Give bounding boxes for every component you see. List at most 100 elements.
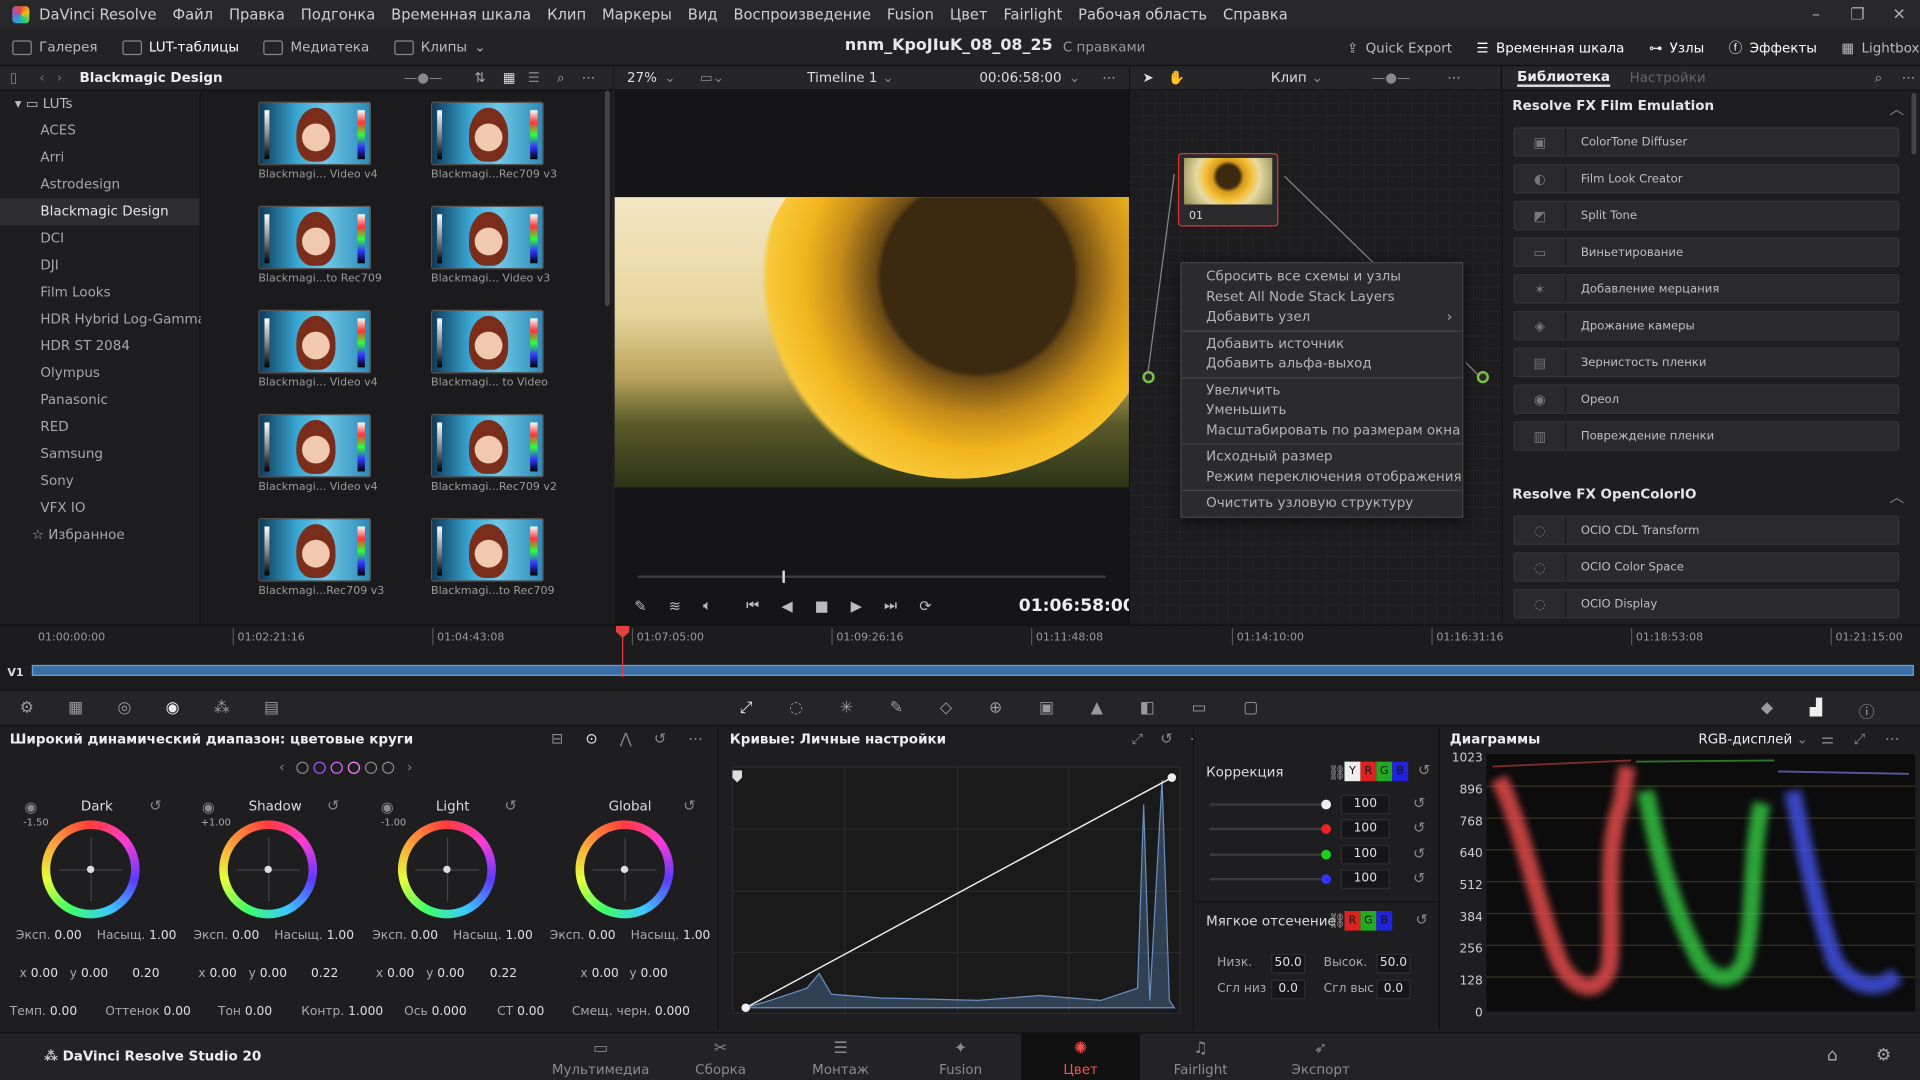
slider-track-y[interactable] <box>1209 803 1328 806</box>
more-icon[interactable]: ⋯ <box>1102 70 1115 86</box>
lut-thumb[interactable]: Blackmagi... Video v3 <box>431 205 550 285</box>
zone-dot[interactable] <box>296 761 310 774</box>
list-view-icon[interactable]: ☰ <box>528 70 540 86</box>
key-icon[interactable]: ◧ <box>1140 699 1155 717</box>
black-offset-value[interactable]: 0.000 <box>655 1005 690 1018</box>
scope-mode[interactable]: RGB-дисплей ⌄ <box>1698 731 1807 747</box>
x-value[interactable]: 0.00 <box>210 967 237 980</box>
node-output[interactable] <box>1476 371 1489 384</box>
tint-value[interactable]: 0.00 <box>164 1005 191 1018</box>
fx-scrollbar[interactable] <box>1911 93 1917 155</box>
volume-icon[interactable]: 🔈︎ <box>703 596 712 614</box>
zone-dot[interactable] <box>313 761 327 774</box>
go-to-end-icon[interactable]: ⏭︎ <box>884 596 897 614</box>
soft-high-value[interactable]: 0.0 <box>1376 979 1411 1000</box>
viewer-mode-icon[interactable]: ▭⌄ <box>700 70 724 86</box>
exp-value[interactable]: 0.00 <box>588 929 615 942</box>
zone-dot[interactable] <box>348 761 361 774</box>
page-deliver[interactable]: ➶ Экспорт <box>1261 1033 1380 1080</box>
link-icon[interactable]: ⛓ <box>1327 764 1346 781</box>
lut-thumb[interactable]: Blackmagi...to Rec709 <box>258 205 382 285</box>
fx-item[interactable]: ◌ OCIO CDL Transform <box>1513 515 1900 545</box>
wheels-mode-icon[interactable]: ⊙ <box>585 730 597 747</box>
eyedropper-icon[interactable]: ✎ <box>634 597 646 614</box>
reset-icon[interactable]: ↺ <box>1413 869 1425 886</box>
qualifier-icon[interactable]: ✎ <box>890 699 903 717</box>
channel-g-button[interactable]: G <box>1376 761 1393 782</box>
3d-icon[interactable]: ▢ <box>1243 699 1258 717</box>
timeline-toggle-button[interactable]: ☰ Временная шкала <box>1464 29 1636 66</box>
md-value[interactable]: 0.00 <box>517 1005 544 1018</box>
temp-value[interactable]: 0.00 <box>50 1005 77 1018</box>
tab-library[interactable]: Библиотека <box>1517 69 1610 87</box>
lut-folder-sony[interactable]: Sony <box>0 468 200 495</box>
sort-icon[interactable]: ⇅ <box>474 70 485 86</box>
more-icon[interactable]: ⋯ <box>688 730 703 747</box>
collapse-icon[interactable]: ︿ <box>1889 98 1904 119</box>
search-icon[interactable]: ⌕ <box>557 69 565 86</box>
y-value[interactable]: 0.00 <box>641 967 668 980</box>
value-g[interactable]: 100 <box>1340 844 1390 865</box>
blur-icon[interactable]: ▲ <box>1091 699 1103 717</box>
menu-toggle-display[interactable]: Режим переключения отображения <box>1182 467 1462 487</box>
slider-knob-y[interactable] <box>1321 799 1332 810</box>
sat-value[interactable]: 1.00 <box>506 929 533 942</box>
zone-knob-icon[interactable]: ◉ <box>381 798 394 815</box>
fx-section-film[interactable]: Resolve FX Film Emulation <box>1512 98 1714 114</box>
fx-item[interactable]: ◌ OCIO Display <box>1513 588 1900 619</box>
link-icon[interactable]: ⛓ <box>1327 912 1346 929</box>
slider-knob-r[interactable] <box>1321 824 1332 834</box>
more-icon[interactable]: ⋯ <box>1885 730 1900 748</box>
lut-root[interactable]: ▾ ▭ LUTs <box>0 91 200 118</box>
menu-file[interactable]: Файл <box>172 6 213 23</box>
video-track-clip[interactable] <box>31 664 1914 676</box>
reset-icon[interactable]: ↺ <box>1418 762 1430 779</box>
settings-icon[interactable]: ⚌ <box>1821 730 1834 748</box>
lut-folder-dji[interactable]: DJI <box>0 252 200 279</box>
more-icon[interactable]: ⋯ <box>1902 70 1915 86</box>
grid-view-icon[interactable]: ▦ <box>503 70 516 86</box>
zone-dot[interactable] <box>331 761 344 774</box>
forward-icon[interactable]: › <box>57 70 62 86</box>
thumb-scrollbar[interactable] <box>604 90 610 307</box>
curves-icon[interactable]: ⤢ <box>740 699 753 717</box>
fx-item[interactable]: ◉ Ореол <box>1513 384 1900 414</box>
zone-icon[interactable]: ⋀ <box>620 730 632 747</box>
back-icon[interactable]: ‹ <box>39 70 44 86</box>
tab-settings[interactable]: Настройки <box>1630 70 1706 86</box>
lut-thumb[interactable]: Blackmagi... to Video <box>431 309 548 389</box>
lut-thumb[interactable]: Blackmagi... Video v4 <box>258 413 378 493</box>
page-edit[interactable]: ☰ Монтаж <box>781 1033 900 1080</box>
lut-folder-astrodesign[interactable]: Astrodesign <box>0 171 200 198</box>
color-warper-icon[interactable]: ◌ <box>789 699 803 717</box>
scrubber-bar[interactable] <box>637 575 1106 578</box>
reset-icon[interactable]: ↺ <box>327 797 339 814</box>
high-value[interactable]: 50.0 <box>1376 953 1411 974</box>
effects-toggle-button[interactable]: ⓕ Эффекты <box>1717 29 1830 66</box>
fx-item[interactable]: ◐ Film Look Creator <box>1513 164 1900 194</box>
primaries-icon[interactable]: ◎ <box>117 699 131 717</box>
zone-knob-icon[interactable]: ◉ <box>202 798 215 815</box>
x-value[interactable]: 0.00 <box>592 967 619 980</box>
zone-knob-icon[interactable]: ◉ <box>24 798 37 815</box>
zone-dot[interactable] <box>382 761 395 774</box>
fx-item[interactable]: ▤ Зернистость пленки <box>1513 347 1900 378</box>
restore-icon[interactable]: ❐ <box>1837 6 1879 24</box>
lightbox-button[interactable]: ▦ Lightbox <box>1829 29 1920 66</box>
window-icon[interactable]: ◇ <box>940 699 952 717</box>
mini-timeline[interactable]: 01:00:00:00 01:02:21:16 01:04:43:08 01:0… <box>0 624 1920 689</box>
sat-value[interactable]: 1.00 <box>149 929 176 942</box>
lut-folder-dci[interactable]: DCI <box>0 225 200 252</box>
more-icon[interactable]: ⋯ <box>582 70 595 86</box>
lut-folder-st2084[interactable]: HDR ST 2084 <box>0 333 200 360</box>
chevron-right-icon[interactable]: › <box>407 759 412 775</box>
slider-track-r[interactable] <box>1209 827 1328 831</box>
lut-thumb[interactable]: Blackmagi... Video v4 <box>258 101 378 181</box>
home-icon[interactable]: ⌂ <box>1827 1046 1838 1066</box>
color-wheel-dark[interactable] <box>41 820 140 919</box>
collapse-icon[interactable]: ︿ <box>1889 486 1904 507</box>
channel-b-button[interactable]: B <box>1376 911 1393 931</box>
chevron-left-icon[interactable]: ‹ <box>279 759 284 775</box>
size-slider[interactable]: —●— <box>404 70 443 86</box>
fx-item[interactable]: ▭ Виньетирование <box>1513 237 1900 267</box>
